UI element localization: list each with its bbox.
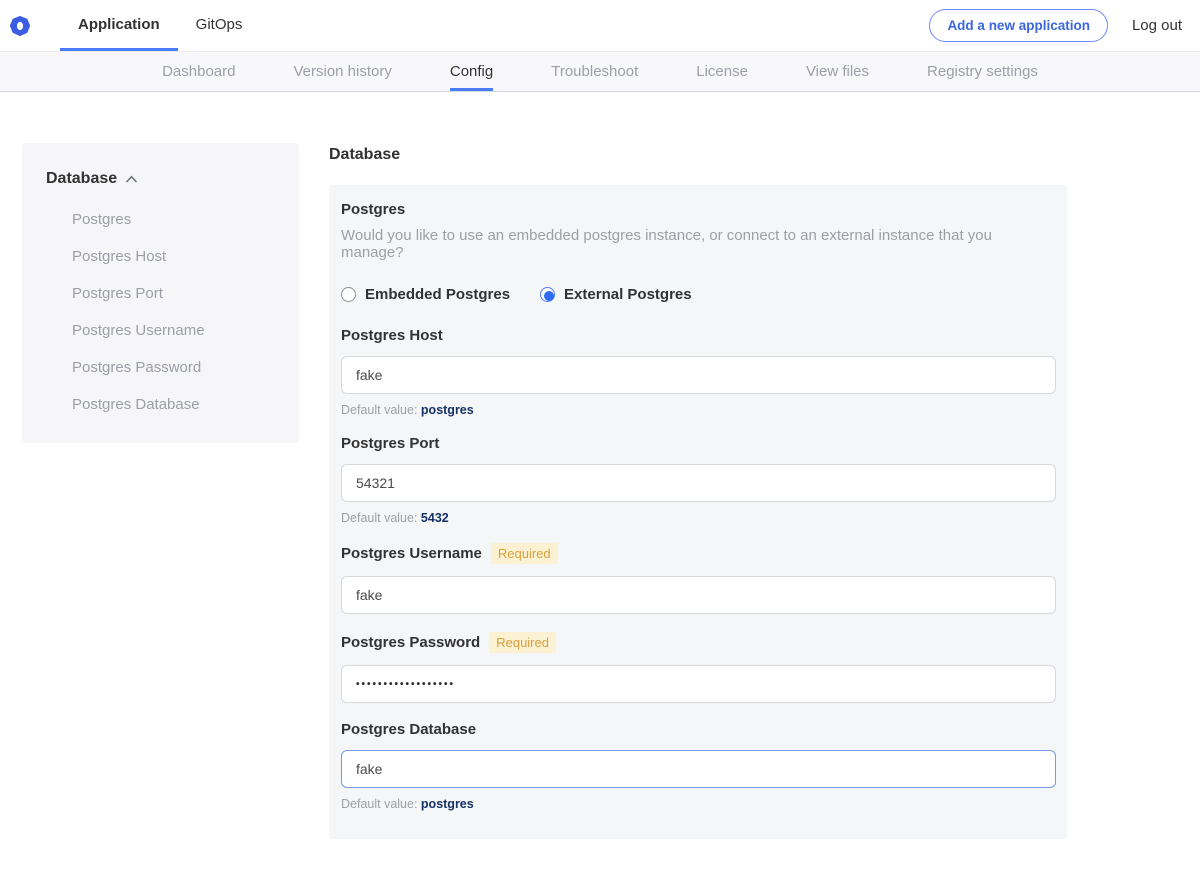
field-helper: Default value: postgres [341,797,1055,811]
replicated-logo-icon [10,16,30,36]
group-description: Would you like to use an embedded postgr… [341,227,1055,261]
postgres-username-input[interactable] [341,576,1056,614]
chevron-up-icon [125,175,138,184]
header-right: Add a new application Log out [929,0,1182,51]
field-postgres-username: Postgres Username Required [341,543,1055,614]
app-logo[interactable] [10,0,30,51]
sidebar-item-postgres-username[interactable]: Postgres Username [46,312,275,349]
logout-button[interactable]: Log out [1132,17,1182,34]
field-label: Postgres Host [341,327,443,344]
radio-circle-icon [341,287,356,302]
tab-gitops-label: GitOps [196,16,243,33]
postgres-password-input[interactable] [341,665,1056,703]
postgres-type-radio-group: Embedded Postgres External Postgres [341,286,1055,303]
page-title: Database [329,146,1067,164]
sidebar-group-title: Database [46,170,117,188]
config-sidebar: Database Postgres Postgres Host Postgres… [22,143,299,443]
subnav-item-license[interactable]: License [696,52,748,91]
postgres-port-input[interactable] [341,464,1056,502]
radio-external-label: External Postgres [564,286,692,303]
postgres-host-input[interactable] [341,356,1056,394]
field-label: Postgres Username [341,545,482,562]
radio-external-postgres[interactable]: External Postgres [540,286,692,303]
field-helper: Default value: 5432 [341,511,1055,525]
radio-embedded-postgres[interactable]: Embedded Postgres [341,286,510,303]
subnav-item-config[interactable]: Config [450,52,493,91]
app-tabs: Application GitOps [60,0,260,51]
default-value: postgres [421,797,474,811]
tab-gitops[interactable]: GitOps [178,0,261,51]
field-postgres-port: Postgres Port Default value: 5432 [341,435,1055,525]
sidebar-group-database[interactable]: Database [46,170,275,188]
radio-circle-icon [540,287,555,302]
field-postgres-database: Postgres Database Default value: postgre… [341,721,1055,811]
config-main: Database Postgres Would you like to use … [329,146,1067,874]
field-label: Postgres Password [341,634,480,651]
radio-embedded-label: Embedded Postgres [365,286,510,303]
field-postgres-password: Postgres Password Required [341,632,1055,703]
sidebar-item-postgres-password[interactable]: Postgres Password [46,349,275,386]
default-value: postgres [421,403,474,417]
subnav-item-registry-settings[interactable]: Registry settings [927,52,1038,91]
content-area: Database Postgres Postgres Host Postgres… [0,92,1200,874]
app-subnav: Dashboard Version history Config Trouble… [0,52,1200,92]
subnav-item-dashboard[interactable]: Dashboard [162,52,235,91]
group-name: Postgres [341,201,1055,218]
default-value: 5432 [421,511,449,525]
field-postgres-host: Postgres Host Default value: postgres [341,327,1055,417]
sidebar-item-postgres-database[interactable]: Postgres Database [46,386,275,423]
required-badge: Required [489,632,556,653]
tab-application[interactable]: Application [60,0,178,51]
field-label: Postgres Database [341,721,476,738]
field-label: Postgres Port [341,435,439,452]
subnav-item-version-history[interactable]: Version history [293,52,391,91]
subnav-item-troubleshoot[interactable]: Troubleshoot [551,52,638,91]
config-group-panel: Postgres Would you like to use an embedd… [329,185,1067,839]
postgres-database-input[interactable] [341,750,1056,788]
sidebar-item-postgres-host[interactable]: Postgres Host [46,238,275,275]
top-header: Application GitOps Add a new application… [0,0,1200,52]
required-badge: Required [491,543,558,564]
tab-application-label: Application [78,16,160,33]
field-helper: Default value: postgres [341,403,1055,417]
sidebar-item-postgres-port[interactable]: Postgres Port [46,275,275,312]
add-application-button[interactable]: Add a new application [929,9,1108,42]
subnav-item-view-files[interactable]: View files [806,52,869,91]
sidebar-item-postgres[interactable]: Postgres [46,201,275,238]
